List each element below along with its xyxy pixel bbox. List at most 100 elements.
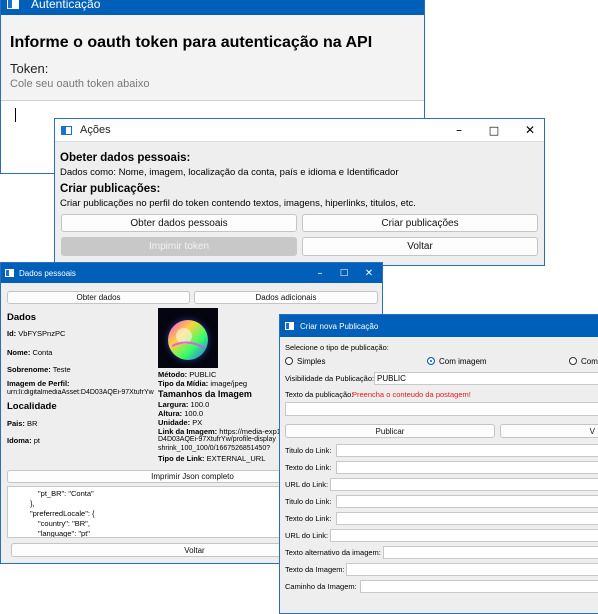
back-button[interactable]: Voltar: [302, 237, 538, 256]
auth-titlebar: Autenticação: [1, 0, 424, 15]
id-row: Id: VbFYSPnzPC: [7, 329, 65, 338]
metodo-row: Método: PUBLIC: [158, 370, 216, 379]
metodo-label: Método:: [158, 370, 188, 379]
sobrenome-label: Sobrenome:: [7, 365, 51, 374]
opt-imagem-label: Com imagem: [439, 357, 487, 366]
texto-alt-label: Texto alternativo da imagem:: [285, 548, 381, 557]
close-icon[interactable]: ✕: [518, 119, 542, 141]
create-heading: Criar publicações:: [60, 183, 161, 195]
caminho-imagem-input[interactable]: [360, 580, 598, 593]
maximize-icon[interactable]: □: [335, 263, 353, 283]
pais-label: Pais:: [7, 419, 25, 428]
dados-title: Dados pessoais: [19, 268, 76, 278]
opt-simples-label: Simples: [297, 357, 326, 366]
print-token-button[interactable]: Impimir token: [61, 237, 297, 256]
opt-com-label: Com: [581, 357, 598, 366]
titulo-link-1-label: Titulo do Link:: [285, 446, 332, 455]
nome-label: Nome:: [7, 348, 31, 357]
pub-back-button[interactable]: V: [500, 424, 598, 438]
nome-row: Nome: Conta: [7, 348, 52, 357]
texto-pub-label: Texto da publicação:: [285, 390, 354, 399]
app-window-icon: [285, 322, 294, 330]
texto-imagem-label: Texto da Imagem:: [285, 565, 345, 574]
get-data-button[interactable]: Obter dados: [7, 291, 190, 304]
texto-link-1-input[interactable]: [336, 461, 598, 474]
altura-row: Altura: 100.0: [158, 409, 203, 418]
auth-heading: Informe o oauth token para autenticação …: [10, 34, 373, 51]
json-line: },: [30, 499, 35, 508]
json-line: "preferredLocale": {: [30, 509, 95, 518]
url-link-1-label: URL do Link:: [285, 480, 329, 489]
id-value: VbFYSPnzPC: [18, 329, 66, 338]
url-link-1-input[interactable]: [330, 478, 598, 491]
earth-image-svg: [161, 313, 215, 367]
radio-com-imagem[interactable]: [427, 357, 435, 365]
sobrenome-row: Sobrenome: Teste: [7, 365, 71, 374]
radio-simples[interactable]: [285, 357, 293, 365]
tipo-midia-value: image/jpeg: [210, 379, 248, 388]
tipo-midia-row: Tipo da Mídia: image/jpeg: [158, 379, 247, 388]
link-line3: shrink_100_100/0/1667526851450?: [158, 445, 271, 452]
create-posts-button[interactable]: Criar publicações: [302, 214, 538, 232]
pais-value: BR: [27, 419, 38, 428]
auth-title: Autenticação: [31, 0, 101, 11]
titulo-link-1-input[interactable]: [336, 444, 598, 457]
additional-data-button[interactable]: Dados adicionais: [194, 291, 378, 304]
token-label: Token:: [10, 61, 49, 76]
largura-label: Largura:: [158, 400, 189, 409]
radio-com[interactable]: [569, 357, 577, 365]
idioma-row: Idoma: pt: [7, 436, 40, 445]
select-type-label: Selecione o tipo de publicação:: [285, 343, 389, 352]
dados-titlebar: Dados pessoais – □ ✕: [1, 263, 382, 283]
link-line1: https://media-exp1.l: [219, 427, 285, 436]
pais-row: Pais: BR: [7, 419, 37, 428]
token-hint: Cole seu oauth token abaixo: [10, 78, 150, 90]
texto-link-1-label: Texto do Link:: [285, 463, 332, 472]
tipo-midia-label: Tipo da Mídia:: [158, 379, 209, 388]
acoes-title: Ações: [80, 124, 111, 136]
get-personal-data-button[interactable]: Obter dados pessoais: [61, 214, 297, 232]
texto-pub-input[interactable]: [285, 402, 598, 416]
maximize-icon[interactable]: □: [482, 119, 506, 141]
texto-warning: Preencha o conteudo da postagem!: [352, 390, 471, 399]
pub-title: Criar nova Publicação: [300, 321, 379, 331]
json-line: "pt_BR": "Conta": [38, 489, 94, 498]
pub-titlebar: Criar nova Publicação: [280, 315, 598, 337]
tamanhos-heading: Tamanhos da Imagem: [158, 389, 252, 399]
close-icon[interactable]: ✕: [360, 263, 378, 283]
idioma-label: Idoma:: [7, 436, 32, 445]
texto-link-2-input[interactable]: [336, 512, 598, 525]
texto-alt-input[interactable]: [383, 546, 598, 559]
texto-link-2-label: Texto do Link:: [285, 514, 332, 523]
acoes-titlebar: Ações – □ ✕: [55, 119, 544, 142]
tipo-link-label: Tipo de Link:: [158, 454, 205, 463]
earth-image: [158, 308, 218, 368]
pub-window: Criar nova Publicação Selecione o tipo d…: [279, 314, 598, 614]
create-desc: Criar publicações no perfil do token con…: [60, 198, 416, 209]
unidade-row: Unidade: PX: [158, 418, 202, 427]
minimize-icon[interactable]: –: [311, 263, 329, 283]
section-dados: Dados: [7, 312, 37, 323]
texto-imagem-input[interactable]: [346, 563, 598, 576]
personal-heading: Obeter dados pessoais:: [60, 152, 191, 164]
nome-value: Conta: [32, 348, 53, 357]
largura-value: 100.0: [190, 400, 210, 409]
link-line2: D4D03AQEi-97XtufrYw/profile-display: [158, 436, 276, 443]
unidade-label: Unidade:: [158, 418, 191, 427]
caminho-imagem-label: Caminho da Imagem:: [285, 582, 357, 591]
unidade-value: PX: [192, 418, 203, 427]
personal-desc: Dados como: Nome, imagem, localização da…: [60, 167, 399, 178]
titulo-link-2-input[interactable]: [336, 495, 598, 508]
app-window-icon: [5, 269, 14, 277]
imagem-value: urn:li:digitalmediaAsset:D4D03AQEi-97Xtu…: [7, 389, 154, 396]
publicar-button[interactable]: Publicar: [285, 424, 495, 438]
metodo-value: PUBLIC: [189, 370, 217, 379]
id-label: Id:: [7, 329, 17, 338]
visibilidade-label: Visibilidade da Publicação:: [285, 374, 375, 383]
link-label: Link da Imagem:: [158, 427, 218, 436]
url-link-2-input[interactable]: [330, 529, 598, 542]
visibilidade-select[interactable]: PUBLIC: [374, 372, 598, 385]
sobrenome-value: Teste: [52, 365, 71, 374]
json-line: "country": "BR",: [38, 519, 90, 528]
minimize-icon[interactable]: –: [447, 119, 471, 141]
